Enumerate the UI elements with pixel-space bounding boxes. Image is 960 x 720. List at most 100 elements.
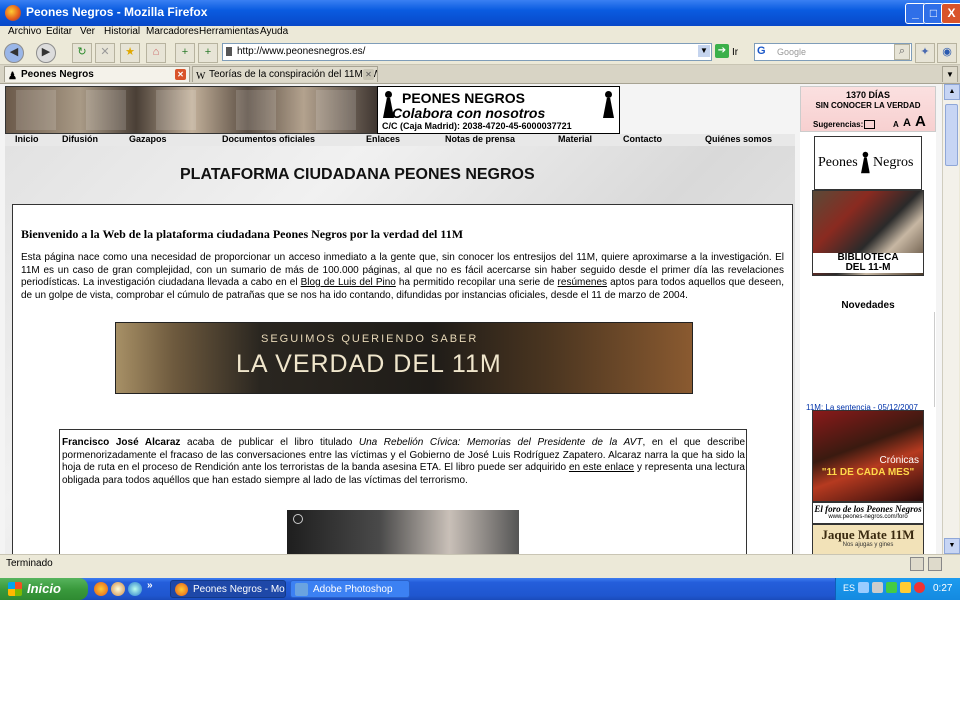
menu-marcadores[interactable]: Marcadores <box>146 26 199 37</box>
novedades-heading: Novedades <box>841 300 895 311</box>
intro-paragraph: Esta página nace como una necesidad de p… <box>21 252 785 301</box>
banner-line1: SEGUIMOS QUERIENDO SABER <box>261 333 479 345</box>
site-nav: Inicio Difusión Gazapos Documentos ofici… <box>5 134 795 146</box>
resumenes-link[interactable]: resúmenes <box>558 277 607 288</box>
scroll-up-icon[interactable]: ▲ <box>944 84 960 100</box>
menu-ver[interactable]: Ver <box>80 26 95 37</box>
nav-difusion[interactable]: Difusión <box>62 134 98 144</box>
extension-icon[interactable]: ✦ <box>915 43 935 63</box>
close-button[interactable]: X <box>941 3 960 24</box>
tab-label: Teorías de la conspiración del 11M - Wik… <box>209 69 377 80</box>
page-icon <box>226 47 232 56</box>
menu-editar[interactable]: Editar <box>46 26 72 37</box>
menu-ayuda[interactable]: Ayuda <box>260 26 288 37</box>
pawn-icon <box>860 151 870 174</box>
antivirus-icon[interactable] <box>914 582 925 593</box>
status-icon[interactable] <box>910 557 924 571</box>
mail-icon[interactable] <box>864 120 875 129</box>
verdad-11m-banner[interactable]: SEGUIMOS QUERIENDO SABER LA VERDAD DEL 1… <box>115 322 693 394</box>
window-titlebar[interactable]: Peones Negros - Mozilla Firefox _ □ X <box>0 0 960 26</box>
tab-close-icon[interactable]: ✕ <box>363 69 374 80</box>
cronicas-banner[interactable]: Crónicas "11 DE CADA MES" <box>812 410 924 502</box>
tab-wikipedia[interactable]: W Teorías de la conspiración del 11M - W… <box>192 66 378 82</box>
status-icon[interactable] <box>928 557 942 571</box>
bookmark-star-icon[interactable]: ★ <box>120 43 140 63</box>
blog-luis-del-pino-link[interactable]: Blog de Luis del Pino <box>301 277 396 288</box>
header-photo-collage <box>5 86 379 134</box>
search-engine-icon[interactable]: G <box>757 45 766 57</box>
system-tray: ES 0:27 <box>835 578 960 600</box>
tab-peones-negros[interactable]: ♟ Peones Negros ✕ <box>4 66 190 82</box>
search-box[interactable]: G Google <box>754 43 912 61</box>
url-text[interactable]: http://www.peonesnegros.es/ <box>237 46 365 57</box>
days-counter: 1370 DÍAS SIN CONOCER LA VERDAD Sugerenc… <box>800 86 936 132</box>
nav-notas-prensa[interactable]: Notas de prensa <box>445 134 515 144</box>
scroll-down-icon[interactable]: ▼ <box>944 538 960 554</box>
font-small-button[interactable]: A <box>893 120 899 129</box>
font-medium-button[interactable]: A <box>903 117 911 129</box>
book-purchase-link[interactable]: en este enlace <box>569 462 634 473</box>
biblioteca-11m-banner[interactable]: BIBLIOTECA DEL 11-M <box>812 190 924 276</box>
language-indicator[interactable]: ES <box>843 583 855 593</box>
url-bar[interactable]: http://www.peonesnegros.es/ ▼ <box>222 43 712 61</box>
search-placeholder: Google <box>777 47 807 57</box>
search-magnifier-icon[interactable]: ⌕ <box>894 44 910 60</box>
menu-herramientas[interactable]: Herramientas <box>199 26 259 37</box>
vertical-scrollbar[interactable]: ▲ ▼ <box>942 84 960 554</box>
news-author: Francisco José Alcaraz <box>62 437 181 448</box>
tray-icon[interactable] <box>858 582 869 593</box>
home-icon[interactable]: ⌂ <box>146 43 166 63</box>
book-title: Una Rebelión Cívica: Memorias del Presid… <box>358 437 643 448</box>
taskbar-item-photoshop[interactable]: Adobe Photoshop <box>290 580 410 598</box>
ie-quicklaunch-icon[interactable] <box>128 582 142 596</box>
tab-close-icon[interactable]: ✕ <box>175 69 186 80</box>
nav-enlaces[interactable]: Enlaces <box>366 134 400 144</box>
pawn-icon <box>602 91 614 119</box>
status-text: Terminado <box>6 558 53 569</box>
forward-arrow-icon[interactable]: ▶ <box>36 43 56 63</box>
banner-subtitle: Colabora con nosotros <box>392 105 546 121</box>
reload-icon[interactable]: ↻ <box>72 43 92 63</box>
network-icon[interactable] <box>872 582 883 593</box>
menu-archivo[interactable]: Archivo <box>8 26 41 37</box>
app-quicklaunch-icon[interactable] <box>111 582 125 596</box>
novedades-box <box>800 312 935 407</box>
tab-label: Peones Negros <box>21 69 94 80</box>
nav-inicio[interactable]: Inicio <box>15 134 39 144</box>
addon-icon[interactable]: ◉ <box>937 43 957 63</box>
taskbar: Inicio » Peones Negros - Mozi... Adobe P… <box>0 578 960 600</box>
taskbar-item-firefox[interactable]: Peones Negros - Mozi... <box>170 580 286 598</box>
nav-contacto[interactable]: Contacto <box>623 134 662 144</box>
new-tab-icon[interactable]: + <box>198 43 218 63</box>
nav-quienes-somos[interactable]: Quiénes somos <box>705 134 772 144</box>
go-arrow-icon[interactable]: ➔ <box>715 44 729 58</box>
tab-list-icon[interactable]: ▼ <box>942 66 958 82</box>
tray-icon[interactable] <box>900 582 911 593</box>
news-item: Francisco José Alcaraz acaba de publicar… <box>59 429 747 554</box>
book-cover-image[interactable] <box>287 510 519 554</box>
navigation-toolbar: ◀ ▶ ↻ ✕ ★ ⌂ + + http://www.peonesnegros.… <box>0 40 960 65</box>
nav-documentos[interactable]: Documentos oficiales <box>222 134 315 144</box>
peones-negros-logo[interactable]: Peones Negros <box>814 136 922 190</box>
jaque-mate-banner[interactable]: Jaque Mate 11M Nos ajugas y gines <box>812 524 924 554</box>
windows-logo-icon <box>8 582 22 596</box>
start-button[interactable]: Inicio <box>0 578 88 600</box>
stop-icon[interactable]: ✕ <box>95 43 115 63</box>
new-window-icon[interactable]: + <box>175 43 195 63</box>
security-icon[interactable] <box>886 582 897 593</box>
menu-historial[interactable]: Historial <box>104 26 140 37</box>
collaborate-banner[interactable]: PEONES NEGROS Colabora con nosotros C/C … <box>377 86 620 134</box>
quicklaunch-chevron-icon[interactable]: » <box>147 580 161 594</box>
back-arrow-icon[interactable]: ◀ <box>4 43 24 63</box>
font-large-button[interactable]: A <box>915 113 926 130</box>
go-button-label[interactable]: Ir <box>732 47 738 58</box>
nav-gazapos[interactable]: Gazapos <box>129 134 167 144</box>
firefox-quicklaunch-icon[interactable] <box>94 582 108 596</box>
scroll-thumb[interactable] <box>945 104 958 166</box>
foro-banner[interactable]: El foro de los Peones Negros www.peones-… <box>812 502 924 524</box>
pawn-favicon-icon: ♟ <box>8 71 17 82</box>
tab-strip: ♟ Peones Negros ✕ W Teorías de la conspi… <box>0 65 960 84</box>
url-dropdown-icon[interactable]: ▼ <box>698 45 710 57</box>
bank-account: C/C (Caja Madrid): 2038-4720-45-60000377… <box>382 121 572 131</box>
nav-material[interactable]: Material <box>558 134 592 144</box>
